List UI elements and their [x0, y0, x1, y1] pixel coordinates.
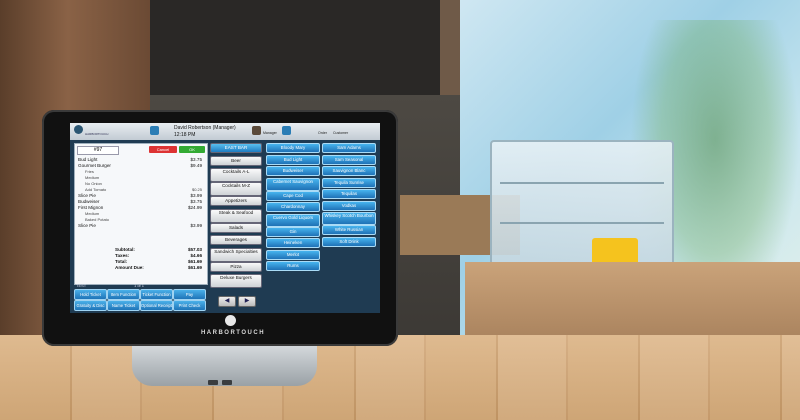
action-button[interactable]: Hold Ticket [74, 289, 107, 300]
menu-item-button[interactable]: Sauvignon Blanc [322, 166, 376, 176]
usb-port [208, 380, 218, 385]
action-button[interactable]: Gratuity & Disc [74, 300, 107, 311]
category-button[interactable]: Sandwich Specialties [210, 247, 262, 262]
order-line-name: First Mignon [78, 205, 104, 210]
menu-item-button[interactable]: Vodkas [322, 200, 376, 211]
device-brand: HARBORTOUCH [200, 330, 266, 336]
total-label: Taxes: [115, 253, 130, 258]
user-icon[interactable] [150, 126, 159, 135]
action-button[interactable]: Ticket Function [140, 289, 173, 300]
total-value: $4.66 [190, 253, 203, 258]
order-line[interactable]: Slice Pie $3.99 [78, 223, 204, 229]
category-button[interactable]: Cocktails A-L [210, 168, 262, 182]
order-line-price: $0.25 [191, 187, 202, 192]
category-button[interactable]: Appetizers [210, 196, 262, 206]
pager-count: 1 of 1 [134, 283, 145, 288]
order-icon[interactable] [282, 126, 291, 135]
menu-item-button[interactable]: Rums [266, 261, 320, 271]
menu-item-button[interactable]: Whiskey Scotch Bourbon [322, 212, 376, 225]
total-label: Amount Due: [115, 265, 144, 270]
order-line-name: Gourmet Burger [78, 163, 111, 168]
total-value: $61.69 [187, 259, 202, 264]
customer-label: Customer [333, 131, 349, 135]
order-label: Order [318, 131, 327, 135]
header-time: 12:18 PM [174, 132, 196, 138]
order-ticket: #97 Cancel OK Bud Light $3.75 Gourmet Burg… [74, 143, 208, 285]
menu-item-button[interactable]: Merlot [266, 249, 320, 260]
order-line-name: Fries [85, 169, 94, 174]
menu-item-button[interactable]: Sam Adams [322, 143, 376, 153]
order-line-name: Baked Potato [85, 217, 110, 222]
action-button[interactable]: Item Function [107, 289, 140, 300]
menu-item-button[interactable]: Cape Cod [266, 190, 320, 201]
usb-port [222, 380, 232, 385]
order-line-price: $3.75 [190, 157, 203, 162]
header-user: David Robertson (Manager) [174, 125, 236, 131]
category-button[interactable]: Salads [210, 222, 262, 233]
category-button[interactable]: Pizza [210, 261, 262, 272]
order-line-price: $24.99 [187, 205, 202, 210]
manager-avatar[interactable] [252, 126, 261, 135]
total-row: Amount Due: $61.69 [115, 265, 204, 271]
total-label: Total: [115, 259, 128, 264]
cancel-button[interactable]: Cancel [149, 146, 177, 153]
menu-item-button[interactable]: Bud Light [266, 154, 320, 165]
ticket-pager: TEST 1 of 1 [74, 282, 206, 289]
harbortouch-logo-icon [225, 315, 236, 326]
order-line-name: Medium [85, 211, 100, 216]
menu-item-button[interactable]: Bloody Mary [266, 143, 320, 153]
pager-left: TEST [76, 283, 87, 288]
menu-item-button[interactable]: Tequilas [322, 189, 376, 199]
page-right-button[interactable]: ▶ [238, 296, 256, 307]
screen-header: HARBORTOUCH David Robertson (Manager) 12… [70, 123, 380, 140]
ok-button[interactable]: OK [179, 146, 205, 153]
cafe-table [465, 262, 800, 342]
total-value: $57.03 [187, 247, 202, 252]
menu-item-button[interactable]: Tequila Sunrise [322, 177, 376, 188]
menu-item-button[interactable]: Heineken [266, 238, 320, 248]
role-label: Manager [263, 131, 277, 135]
order-line-price: $3.99 [190, 223, 203, 228]
menu-item-button[interactable]: Cabernet Sauvignon [266, 177, 320, 191]
order-line-price: $9.49 [190, 163, 203, 168]
order-line-name: Bud Light [78, 157, 98, 162]
order-line-name: Slice Pie [78, 193, 96, 198]
action-button[interactable]: Pay [173, 289, 206, 300]
order-line-name: Slice Pie [78, 223, 96, 228]
order-line-price: $3.75 [190, 199, 203, 204]
category-button[interactable]: Beverages [210, 235, 262, 245]
wooden-table-foreground [0, 335, 800, 420]
total-value: $61.69 [187, 265, 202, 270]
action-button[interactable]: Name Ticket [107, 300, 140, 311]
menu-item-button[interactable]: Soft Drink [322, 236, 376, 247]
page-left-button[interactable]: ◀ [218, 296, 236, 307]
action-button[interactable]: Optional Receipt [140, 300, 173, 311]
action-button[interactable]: Print Check [173, 300, 206, 311]
category-button[interactable]: Beer [210, 155, 262, 166]
order-line-name: Add Tomato [85, 187, 107, 192]
category-button[interactable]: Deluxe Burgers [210, 274, 262, 288]
menu-item-button[interactable]: Sam Seasonal [322, 154, 376, 165]
order-line-name: Medium [85, 175, 100, 180]
category-button[interactable]: Cocktails M-Z [210, 182, 262, 196]
order-number[interactable]: #97 [77, 146, 119, 155]
order-line-name: Budweiser [78, 199, 100, 204]
app-logo-icon [74, 125, 83, 134]
total-label: Subtotal: [115, 247, 135, 252]
order-line-name: No Onion [85, 181, 102, 186]
order-toolbar: #97 Cancel OK [77, 146, 205, 155]
menu-item-button[interactable]: Budweiser [266, 166, 320, 176]
pos-screen: HARBORTOUCH David Robertson (Manager) 12… [70, 123, 380, 313]
case-shelf [500, 222, 664, 224]
menu-item-button[interactable]: Cuervo Gold Liquors [266, 213, 320, 227]
category-button[interactable]: EAST BAR [210, 143, 262, 153]
menu-item-button[interactable]: White Russian [322, 225, 376, 235]
menu-item-button[interactable]: Gin [266, 226, 320, 237]
category-button[interactable]: Steak & Seafood [210, 208, 262, 223]
menu-item-button[interactable]: Chardonnay [266, 202, 320, 212]
app-name: HARBORTOUCH [85, 132, 109, 136]
order-line-price: $3.99 [190, 193, 203, 198]
case-shelf [500, 182, 664, 184]
action-buttons: Hold Ticket Item Function Ticket Function P… [74, 289, 206, 311]
